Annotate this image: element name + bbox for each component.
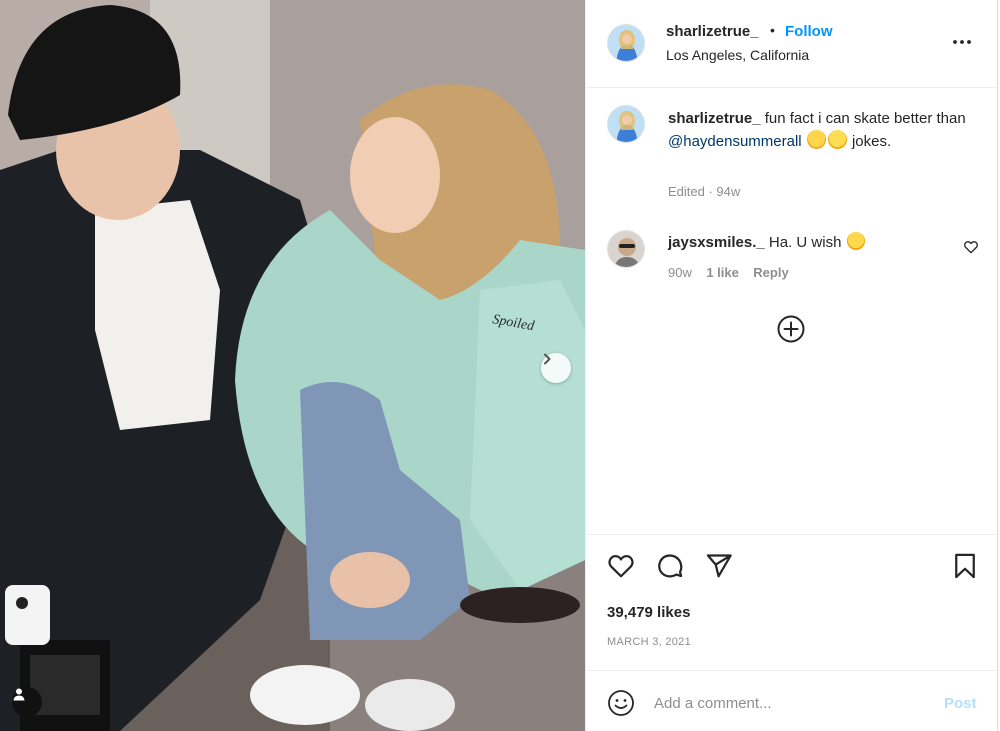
more-options-icon[interactable] xyxy=(950,30,974,54)
caption-body: fun fact i can skate better than xyxy=(764,110,966,127)
comment-like-heart-icon[interactable] xyxy=(963,239,979,255)
user-tag-icon xyxy=(13,688,25,701)
mention-link[interactable]: @haydensummerall xyxy=(668,133,802,150)
follow-button[interactable]: Follow xyxy=(785,23,833,40)
emoji-icon[interactable] xyxy=(607,689,635,717)
crying-emoji-icon xyxy=(827,130,847,149)
comment-text: jaysxsmiles._ Ha. U wish xyxy=(668,231,968,254)
avatar[interactable] xyxy=(607,230,645,268)
post-location[interactable]: Los Angeles, California xyxy=(666,47,809,63)
share-icon[interactable] xyxy=(705,552,733,580)
post-actions: 39,479 likes MARCH 3, 2021 xyxy=(586,534,997,670)
comment-username[interactable]: jaysxsmiles._ xyxy=(668,234,765,251)
post-image: Spoiled xyxy=(0,0,585,731)
caption-meta: Edited · 94w xyxy=(668,184,741,199)
heart-icon[interactable] xyxy=(607,552,635,580)
caption-username[interactable]: sharlizetrue_ xyxy=(668,110,761,127)
author-username[interactable]: sharlizetrue_ xyxy=(666,23,759,40)
post-details-panel: sharlizetrue_ • Follow Los Angeles, Cali… xyxy=(585,0,998,731)
profile-picture xyxy=(608,231,644,267)
post-comment-button[interactable]: Post xyxy=(944,695,977,712)
profile-picture xyxy=(608,25,644,61)
post-photo[interactable]: Spoiled xyxy=(0,0,585,731)
comment-meta: 90w 1 like Reply xyxy=(668,265,789,280)
caption-body-end: jokes. xyxy=(851,133,892,150)
post-date: MARCH 3, 2021 xyxy=(607,636,691,648)
comment-likes[interactable]: 1 like xyxy=(706,265,739,280)
rofl-emoji-icon xyxy=(846,232,865,250)
tagged-users-button[interactable] xyxy=(12,687,42,717)
add-comment-bar: Post xyxy=(586,670,997,731)
bookmark-icon[interactable] xyxy=(951,552,979,580)
separator-dot: • xyxy=(770,22,775,38)
comments-section: sharlizetrue_ fun fact i can skate bette… xyxy=(586,88,997,534)
cat-emoji-icon xyxy=(806,130,826,149)
add-comment-input[interactable] xyxy=(654,690,924,716)
load-more-comments-icon[interactable] xyxy=(776,314,806,344)
caption-text: sharlizetrue_ fun fact i can skate bette… xyxy=(668,107,968,153)
comment-time: 90w xyxy=(668,265,692,280)
post-header: sharlizetrue_ • Follow Los Angeles, Cali… xyxy=(586,0,997,88)
chevron-right-icon xyxy=(544,353,551,365)
avatar[interactable] xyxy=(607,105,645,143)
comment-body: Ha. U wish xyxy=(768,234,842,251)
likes-count[interactable]: 39,479 likes xyxy=(607,604,690,621)
profile-picture xyxy=(608,106,644,142)
comment-icon[interactable] xyxy=(656,552,684,580)
avatar[interactable] xyxy=(607,24,645,62)
next-photo-button[interactable] xyxy=(541,353,571,383)
reply-button[interactable]: Reply xyxy=(753,265,788,280)
